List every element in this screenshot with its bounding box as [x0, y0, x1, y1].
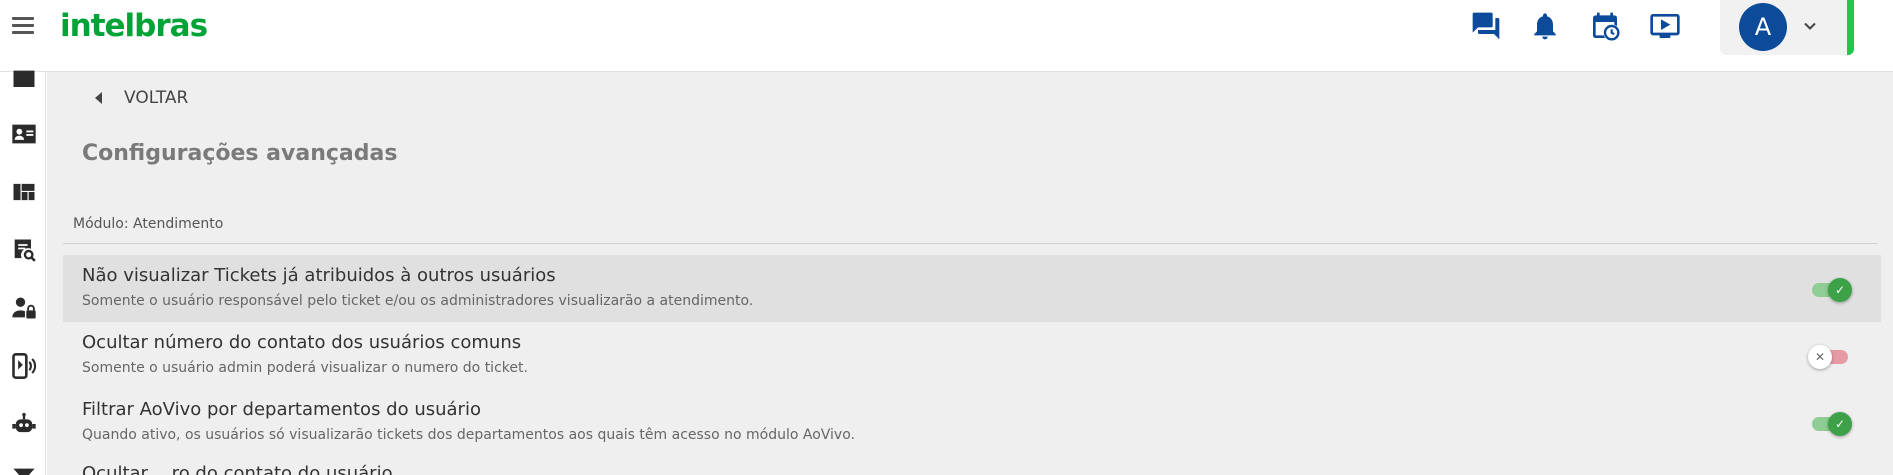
contact-card-icon[interactable] — [10, 120, 38, 148]
setting-title-partial: Ocultar …ro do contato do usuário… — [82, 463, 411, 475]
setting-toggle[interactable]: ✓ — [1810, 278, 1852, 302]
setting-title: Não visualizar Tickets já atribuidos à o… — [82, 265, 556, 286]
chat-icon[interactable] — [1470, 10, 1502, 42]
check-icon: ✓ — [1828, 412, 1852, 436]
setting-toggle[interactable]: ✓ — [1810, 412, 1852, 436]
back-label: VOLTAR — [124, 88, 189, 108]
back-button[interactable]: VOLTAR — [91, 86, 188, 110]
back-arrow-icon — [95, 92, 102, 104]
sidebar — [0, 70, 46, 475]
setting-title: Ocultar número do contato dos usuários c… — [82, 332, 522, 353]
setting-description: Somente o usuário admin poderá visualiza… — [82, 360, 528, 376]
intelbras-logo[interactable]: intelbras — [60, 8, 208, 44]
setting-row: Filtrar AoVivo por departamentos do usuá… — [63, 389, 1881, 456]
menu-icon[interactable] — [12, 14, 38, 36]
setting-row: Não visualizar Tickets já atribuidos à o… — [63, 255, 1881, 322]
search-report-icon[interactable] — [10, 236, 38, 264]
avatar[interactable]: A — [1739, 3, 1787, 51]
chevron-down-icon[interactable] — [1800, 16, 1820, 36]
module-label: Módulo: Atendimento — [73, 216, 224, 232]
calendar-clock-icon[interactable] — [1589, 10, 1621, 42]
bell-icon[interactable] — [1529, 10, 1561, 42]
main-content: VOLTAR Configurações avançadas Módulo: A… — [47, 72, 1893, 475]
phone-signal-icon[interactable] — [10, 352, 38, 380]
setting-title: Filtrar AoVivo por departamentos do usuá… — [82, 399, 481, 420]
top-bar: intelbras A — [0, 0, 1893, 72]
setting-row: Ocultar número do contato dos usuários c… — [63, 322, 1881, 389]
setting-description: Somente o usuário responsável pelo ticke… — [82, 293, 754, 309]
filter-icon[interactable] — [10, 464, 38, 475]
folder-icon[interactable] — [10, 66, 38, 94]
divider — [63, 243, 1878, 244]
setting-description: Quando ativo, os usuários só visualizarã… — [82, 427, 855, 443]
close-icon: ✕ — [1808, 345, 1832, 369]
page-title: Configurações avançadas — [82, 141, 398, 166]
tv-play-icon[interactable] — [1649, 10, 1681, 42]
user-lock-icon[interactable] — [10, 294, 38, 322]
dashboard-icon[interactable] — [10, 178, 38, 206]
setting-toggle[interactable]: ✕ — [1808, 345, 1850, 369]
robot-icon[interactable] — [10, 410, 38, 438]
user-menu[interactable]: A — [1720, 0, 1854, 55]
check-icon: ✓ — [1828, 278, 1852, 302]
